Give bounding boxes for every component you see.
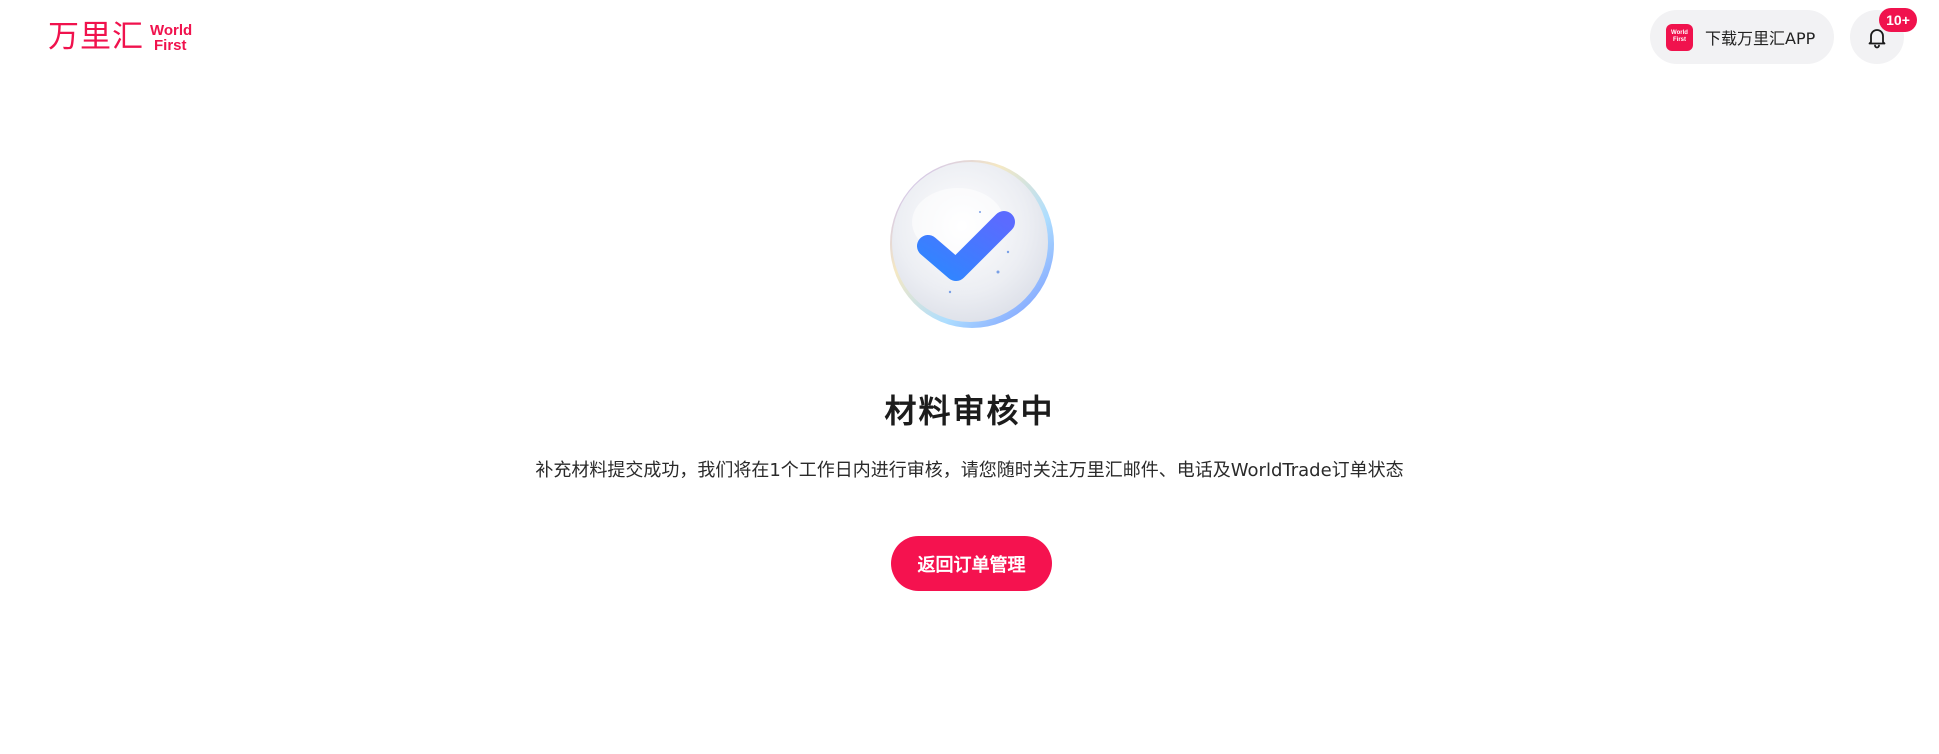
checkmark-circle-icon	[890, 160, 1054, 328]
app-icon-text-line1: World	[1671, 30, 1688, 36]
download-app-label: 下载万里汇APP	[1705, 29, 1816, 48]
status-title: 材料审核中	[884, 392, 1055, 430]
back-to-order-management-button[interactable]: 返回订单管理	[891, 536, 1052, 591]
notification-count-badge: 10+	[1879, 8, 1917, 32]
logo-english-text: World First	[150, 23, 192, 53]
logo-chinese-text: 万里汇	[48, 19, 144, 55]
logo-english-line1: World	[150, 22, 193, 39]
app-logo-icon: World First	[1666, 23, 1693, 51]
page: 万里汇 World First World First 下载万里汇APP 10+	[0, 0, 1939, 754]
status-description: 补充材料提交成功，我们将在1个工作日内进行审核，请您随时关注万里汇邮件、电话及W…	[535, 460, 1404, 481]
logo-english-line2: First	[154, 37, 187, 54]
app-icon-text-line2: First	[1672, 37, 1686, 43]
brand-logo[interactable]: 万里汇 World First	[48, 18, 192, 56]
download-app-button[interactable]: World First 下载万里汇APP	[1650, 10, 1834, 64]
